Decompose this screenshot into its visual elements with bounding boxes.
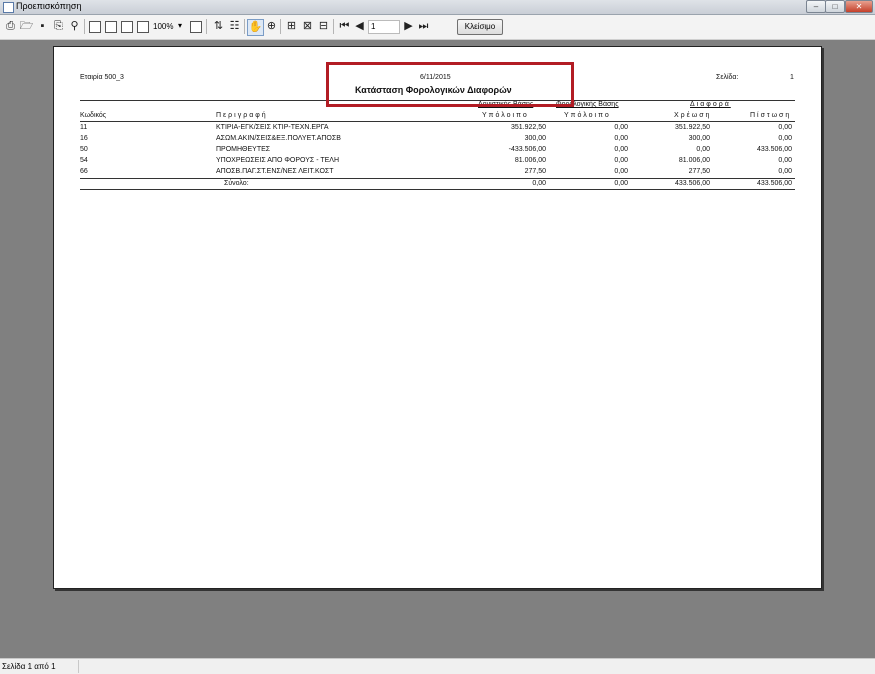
company-name: Εταιρία 500_3 (80, 74, 124, 81)
row-description: ΑΣΩΜ.ΑΚΙΝ/ΣΕΙΣ&ΕΞ.ΠΟΛΥΕΤ.ΑΠΟΣΒ (216, 135, 341, 142)
zoom-icon[interactable]: ⊕ (264, 19, 279, 34)
separator (244, 19, 245, 34)
col-credit: Πίστωση (750, 112, 792, 119)
col-code: Κωδικός (80, 112, 107, 119)
hand-icon[interactable]: ✋ (247, 19, 264, 36)
total-debit: 433.506,00 (674, 180, 710, 187)
page-status: Σελίδα 1 από 1 (2, 662, 56, 671)
row-tax-balance: 0,00 (614, 168, 628, 175)
col-debit: Χρέωση (674, 112, 712, 119)
page-value: 1 (790, 74, 794, 81)
next-page-icon[interactable]: ▶ (401, 19, 416, 34)
row-credit: 433.506,00 (756, 146, 792, 153)
row-credit: 0,00 (778, 157, 792, 164)
row-code: 66 (80, 168, 88, 175)
row-acc-balance: 277,50 (524, 168, 546, 175)
total-rule-top (80, 178, 795, 179)
close-preview-button[interactable]: Κλείσιμο (457, 19, 503, 35)
row-acc-balance: 351.922,50 (510, 124, 546, 131)
page-width-icon[interactable] (190, 21, 202, 33)
group-header-difference: Διαφορά (690, 101, 731, 108)
row-acc-balance: 81.006,00 (514, 157, 546, 164)
row-code: 50 (80, 146, 88, 153)
sort-icon[interactable]: ⇅ (211, 19, 226, 34)
status-bar: Σελίδα 1 από 1 (0, 658, 875, 674)
two-pages-icon[interactable] (105, 21, 117, 33)
close-window-button[interactable]: ✕ (845, 0, 873, 13)
save-icon[interactable]: ▪ (35, 19, 50, 34)
col-acc-balance: Υπόλοιπο (482, 112, 529, 119)
title-bar: Προεπισκόπηση – □ ✕ (0, 0, 875, 15)
row-credit: 0,00 (778, 135, 792, 142)
multi-pages-icon[interactable] (137, 21, 149, 33)
column-rule (80, 121, 795, 122)
previous-page-icon[interactable]: ◀ (352, 19, 367, 34)
page-label: Σελίδα: (716, 74, 739, 81)
tree-icon[interactable]: ☷ (227, 19, 242, 34)
add-page-icon[interactable]: ⊞ (284, 19, 299, 34)
row-code: 16 (80, 135, 88, 142)
one-page-icon[interactable] (89, 21, 101, 33)
preview-area[interactable]: Εταιρία 500_3 6/11/2015 Κατάσταση Φορολο… (0, 40, 875, 658)
delete-page-icon[interactable]: ⊠ (300, 19, 315, 34)
row-code: 11 (80, 124, 88, 131)
col-description: Περιγραφή (216, 112, 268, 119)
separator (280, 19, 281, 34)
window-title: Προεπισκόπηση (16, 1, 82, 11)
chevron-down-icon[interactable]: ▾ (178, 21, 182, 30)
row-credit: 0,00 (778, 124, 792, 131)
first-page-icon[interactable]: ⏮ (337, 19, 352, 34)
find-icon[interactable]: ⚲ (67, 19, 82, 34)
highlight-box (326, 62, 574, 107)
page-number-input[interactable]: 1 (368, 20, 400, 34)
report-page: Εταιρία 500_3 6/11/2015 Κατάσταση Φορολο… (53, 46, 822, 589)
row-tax-balance: 0,00 (614, 146, 628, 153)
total-rule-bottom (80, 189, 795, 190)
maximize-button[interactable]: □ (825, 0, 845, 13)
minimize-button[interactable]: – (806, 0, 826, 13)
row-debit: 277,50 (688, 168, 710, 175)
status-divider (78, 660, 79, 673)
col-tax-balance: Υπόλοιπο (564, 112, 611, 119)
total-label: Σύνολο: (224, 180, 249, 187)
app-icon (3, 2, 14, 13)
last-page-icon[interactable]: ⏭ (416, 19, 431, 34)
row-credit: 0,00 (778, 168, 792, 175)
four-pages-icon[interactable] (121, 21, 133, 33)
total-acc-balance: 0,00 (532, 180, 546, 187)
row-acc-balance: 300,00 (524, 135, 546, 142)
row-description: ΥΠΟΧΡΕΩΣΕΙΣ ΑΠΟ ΦΟΡΟΥΣ - ΤΕΛΗ (216, 157, 340, 164)
print-icon[interactable]: ⎙ (3, 19, 18, 34)
row-description: ΠΡΟΜΗΘΕΥΤΕΣ (216, 146, 271, 153)
row-description: ΚΤΙΡΙΑ-ΕΓΚ/ΣΕΙΣ ΚΤΙΡ-ΤΕΧΝ.ΕΡΓΑ (216, 124, 329, 131)
row-debit: 81.006,00 (678, 157, 710, 164)
row-debit: 300,00 (688, 135, 710, 142)
edit-page-icon[interactable]: ⊟ (316, 19, 331, 34)
row-tax-balance: 0,00 (614, 124, 628, 131)
row-tax-balance: 0,00 (614, 135, 628, 142)
zoom-value[interactable]: 100% (153, 22, 173, 31)
row-debit: 0,00 (696, 146, 710, 153)
page-setup-icon[interactable]: ⎘ (51, 19, 66, 34)
row-acc-balance: -433.506,00 (508, 146, 546, 153)
separator (333, 19, 334, 34)
row-debit: 351.922,50 (674, 124, 710, 131)
toolbar: ⎙ 🗁 ▪ ⎘ ⚲ 100% ▾ ⇅ ☷ ✋ ⊕ ⊞ ⊠ ⊟ ⏮ ◀ 1 ▶ ⏭… (0, 15, 875, 40)
row-description: ΑΠΟΣΒ.ΠΑΓ.ΣΤ.ΕΝΣ/ΝΕΣ ΛΕΙΤ.ΚΟΣΤ (216, 168, 334, 175)
separator (206, 19, 207, 34)
row-code: 54 (80, 157, 88, 164)
row-tax-balance: 0,00 (614, 157, 628, 164)
separator (84, 19, 85, 34)
open-folder-icon[interactable]: 🗁 (19, 19, 34, 34)
total-credit: 433.506,00 (756, 180, 792, 187)
total-tax-balance: 0,00 (614, 180, 628, 187)
